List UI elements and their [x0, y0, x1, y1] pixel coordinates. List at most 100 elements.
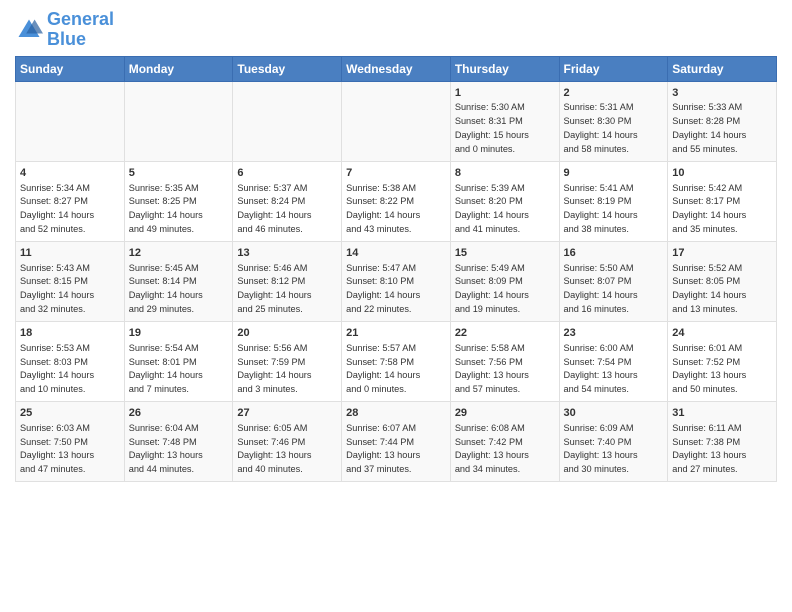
day-info: Sunrise: 6:04 AM Sunset: 7:48 PM Dayligh… — [129, 423, 203, 474]
day-number: 23 — [564, 326, 664, 341]
calendar-cell — [233, 81, 342, 161]
calendar-cell: 20 Sunrise: 5:56 AM Sunset: 7:59 PM Dayli… — [233, 321, 342, 401]
calendar-cell: 17 Sunrise: 5:52 AM Sunset: 8:05 PM Dayli… — [668, 241, 777, 321]
day-info: Sunrise: 5:52 AM Sunset: 8:05 PM Dayligh… — [672, 263, 746, 314]
calendar-cell: 14 Sunrise: 5:47 AM Sunset: 8:10 PM Dayli… — [342, 241, 451, 321]
calendar-cell — [16, 81, 125, 161]
calendar-cell: 13Sunrise: 5:46 AM Sunset: 8:12 PM Dayli… — [233, 241, 342, 321]
day-number: 29 — [455, 406, 555, 421]
calendar-cell: 31Sunrise: 6:11 AM Sunset: 7:38 PM Dayli… — [668, 401, 777, 481]
day-number: 12 — [129, 246, 229, 261]
day-info: Sunrise: 5:37 AM Sunset: 8:24 PM Dayligh… — [237, 183, 311, 234]
day-info: Sunrise: 5:33 AM Sunset: 8:28 PM Dayligh… — [672, 102, 746, 153]
day-info: Sunrise: 6:00 AM Sunset: 7:54 PM Dayligh… — [564, 343, 638, 394]
day-info: Sunrise: 5:47 AM Sunset: 8:10 PM Dayligh… — [346, 263, 420, 314]
day-header-friday: Friday — [559, 56, 668, 81]
calendar-table: SundayMondayTuesdayWednesdayThursdayFrid… — [15, 56, 777, 482]
day-number: 5 — [129, 166, 229, 181]
calendar-cell: 2Sunrise: 5:31 AM Sunset: 8:30 PM Daylig… — [559, 81, 668, 161]
day-number: 24 — [672, 326, 772, 341]
day-number: 3 — [672, 86, 772, 101]
calendar-cell: 5 Sunrise: 5:35 AM Sunset: 8:25 PM Daylig… — [124, 161, 233, 241]
day-number: 31 — [672, 406, 772, 421]
day-info: Sunrise: 5:42 AM Sunset: 8:17 PM Dayligh… — [672, 183, 746, 234]
day-number: 17 — [672, 246, 772, 261]
day-number: 21 — [346, 326, 446, 341]
day-info: Sunrise: 6:08 AM Sunset: 7:42 PM Dayligh… — [455, 423, 529, 474]
calendar-cell — [342, 81, 451, 161]
day-info: Sunrise: 5:53 AM Sunset: 8:03 PM Dayligh… — [20, 343, 94, 394]
week-row-1: 1Sunrise: 5:30 AM Sunset: 8:31 PM Daylig… — [16, 81, 777, 161]
day-number: 18 — [20, 326, 120, 341]
day-info: Sunrise: 5:43 AM Sunset: 8:15 PM Dayligh… — [20, 263, 94, 314]
day-header-monday: Monday — [124, 56, 233, 81]
day-number: 20 — [237, 326, 337, 341]
header-row: SundayMondayTuesdayWednesdayThursdayFrid… — [16, 56, 777, 81]
calendar-cell: 3Sunrise: 5:33 AM Sunset: 8:28 PM Daylig… — [668, 81, 777, 161]
calendar-cell: 25Sunrise: 6:03 AM Sunset: 7:50 PM Dayli… — [16, 401, 125, 481]
header: General Blue — [15, 10, 777, 50]
calendar-cell: 27Sunrise: 6:05 AM Sunset: 7:46 PM Dayli… — [233, 401, 342, 481]
day-info: Sunrise: 5:38 AM Sunset: 8:22 PM Dayligh… — [346, 183, 420, 234]
calendar-cell: 8 Sunrise: 5:39 AM Sunset: 8:20 PM Daylig… — [450, 161, 559, 241]
day-info: Sunrise: 6:07 AM Sunset: 7:44 PM Dayligh… — [346, 423, 420, 474]
calendar-cell: 4Sunrise: 5:34 AM Sunset: 8:27 PM Daylig… — [16, 161, 125, 241]
calendar-cell: 21 Sunrise: 5:57 AM Sunset: 7:58 PM Dayli… — [342, 321, 451, 401]
calendar-cell: 12 Sunrise: 5:45 AM Sunset: 8:14 PM Dayli… — [124, 241, 233, 321]
calendar-cell: 23 Sunrise: 6:00 AM Sunset: 7:54 PM Dayli… — [559, 321, 668, 401]
day-number: 10 — [672, 166, 772, 181]
day-header-sunday: Sunday — [16, 56, 125, 81]
calendar-cell: 10 Sunrise: 5:42 AM Sunset: 8:17 PM Dayli… — [668, 161, 777, 241]
day-header-thursday: Thursday — [450, 56, 559, 81]
day-number: 25 — [20, 406, 120, 421]
page: General Blue SundayMondayTuesdayWednesda… — [0, 0, 792, 612]
day-info: Sunrise: 5:49 AM Sunset: 8:09 PM Dayligh… — [455, 263, 529, 314]
day-info: Sunrise: 5:39 AM Sunset: 8:20 PM Dayligh… — [455, 183, 529, 234]
calendar-cell: 1Sunrise: 5:30 AM Sunset: 8:31 PM Daylig… — [450, 81, 559, 161]
day-number: 15 — [455, 246, 555, 261]
day-number: 11 — [20, 246, 120, 261]
logo: General Blue — [15, 10, 114, 50]
day-number: 1 — [455, 86, 555, 101]
week-row-3: 11 Sunrise: 5:43 AM Sunset: 8:15 PM Dayli… — [16, 241, 777, 321]
logo-icon — [15, 16, 43, 44]
day-info: Sunrise: 5:35 AM Sunset: 8:25 PM Dayligh… — [129, 183, 203, 234]
day-number: 22 — [455, 326, 555, 341]
calendar-cell: 28 Sunrise: 6:07 AM Sunset: 7:44 PM Dayli… — [342, 401, 451, 481]
calendar-cell: 24 Sunrise: 6:01 AM Sunset: 7:52 PM Dayli… — [668, 321, 777, 401]
day-header-saturday: Saturday — [668, 56, 777, 81]
day-number: 13 — [237, 246, 337, 261]
day-info: Sunrise: 6:01 AM Sunset: 7:52 PM Dayligh… — [672, 343, 746, 394]
calendar-cell: 15 Sunrise: 5:49 AM Sunset: 8:09 PM Dayli… — [450, 241, 559, 321]
week-row-5: 25Sunrise: 6:03 AM Sunset: 7:50 PM Dayli… — [16, 401, 777, 481]
calendar-cell: 22 Sunrise: 5:58 AM Sunset: 7:56 PM Dayli… — [450, 321, 559, 401]
calendar-cell: 7Sunrise: 5:38 AM Sunset: 8:22 PM Daylig… — [342, 161, 451, 241]
day-info: Sunrise: 5:58 AM Sunset: 7:56 PM Dayligh… — [455, 343, 529, 394]
day-number: 8 — [455, 166, 555, 181]
day-number: 2 — [564, 86, 664, 101]
day-number: 28 — [346, 406, 446, 421]
calendar-cell: 9 Sunrise: 5:41 AM Sunset: 8:19 PM Daylig… — [559, 161, 668, 241]
logo-blue: Blue — [47, 29, 86, 49]
logo-general: General — [47, 9, 114, 29]
day-number: 19 — [129, 326, 229, 341]
day-number: 14 — [346, 246, 446, 261]
week-row-4: 18 Sunrise: 5:53 AM Sunset: 8:03 PM Dayli… — [16, 321, 777, 401]
day-header-wednesday: Wednesday — [342, 56, 451, 81]
day-number: 26 — [129, 406, 229, 421]
day-number: 16 — [564, 246, 664, 261]
day-header-tuesday: Tuesday — [233, 56, 342, 81]
calendar-cell: 6Sunrise: 5:37 AM Sunset: 8:24 PM Daylig… — [233, 161, 342, 241]
day-info: Sunrise: 5:41 AM Sunset: 8:19 PM Dayligh… — [564, 183, 638, 234]
day-info: Sunrise: 5:57 AM Sunset: 7:58 PM Dayligh… — [346, 343, 420, 394]
day-info: Sunrise: 5:45 AM Sunset: 8:14 PM Dayligh… — [129, 263, 203, 314]
day-info: Sunrise: 5:56 AM Sunset: 7:59 PM Dayligh… — [237, 343, 311, 394]
day-number: 9 — [564, 166, 664, 181]
day-info: Sunrise: 5:54 AM Sunset: 8:01 PM Dayligh… — [129, 343, 203, 394]
calendar-cell: 16Sunrise: 5:50 AM Sunset: 8:07 PM Dayli… — [559, 241, 668, 321]
calendar-cell: 26 Sunrise: 6:04 AM Sunset: 7:48 PM Dayli… — [124, 401, 233, 481]
day-info: Sunrise: 6:09 AM Sunset: 7:40 PM Dayligh… — [564, 423, 638, 474]
calendar-cell: 29 Sunrise: 6:08 AM Sunset: 7:42 PM Dayli… — [450, 401, 559, 481]
calendar-cell: 19 Sunrise: 5:54 AM Sunset: 8:01 PM Dayli… — [124, 321, 233, 401]
calendar-cell: 11 Sunrise: 5:43 AM Sunset: 8:15 PM Dayli… — [16, 241, 125, 321]
